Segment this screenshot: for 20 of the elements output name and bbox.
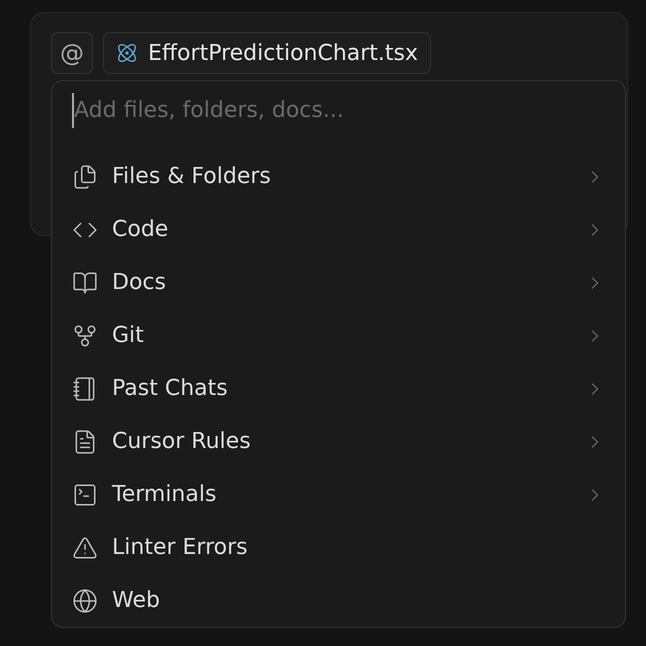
- files-icon: [72, 164, 98, 190]
- menu-item[interactable]: Terminals: [72, 468, 605, 521]
- menu-item[interactable]: Code: [72, 203, 605, 256]
- menu-item[interactable]: Docs: [72, 256, 605, 309]
- warning-icon: [72, 534, 98, 560]
- terminal-icon: [72, 482, 98, 508]
- globe-icon: [72, 588, 98, 614]
- mention-button[interactable]: @: [51, 32, 93, 74]
- file-chip[interactable]: EffortPredictionChart.tsx: [103, 32, 432, 74]
- menu-item[interactable]: Past Chats: [72, 362, 605, 415]
- menu-item[interactable]: Linter Errors: [72, 521, 605, 574]
- search-field[interactable]: Add files, folders, docs...: [72, 93, 607, 128]
- menu-item[interactable]: Cursor Rules: [72, 415, 605, 468]
- file-name: EffortPredictionChart.tsx: [148, 40, 418, 66]
- menu-item[interactable]: Files & Folders: [72, 150, 605, 203]
- book-icon: [72, 270, 98, 296]
- menu-item[interactable]: Git: [72, 309, 605, 362]
- atom-icon: [116, 42, 138, 64]
- branch-icon: [72, 322, 98, 348]
- menu-item[interactable]: Web: [72, 574, 605, 627]
